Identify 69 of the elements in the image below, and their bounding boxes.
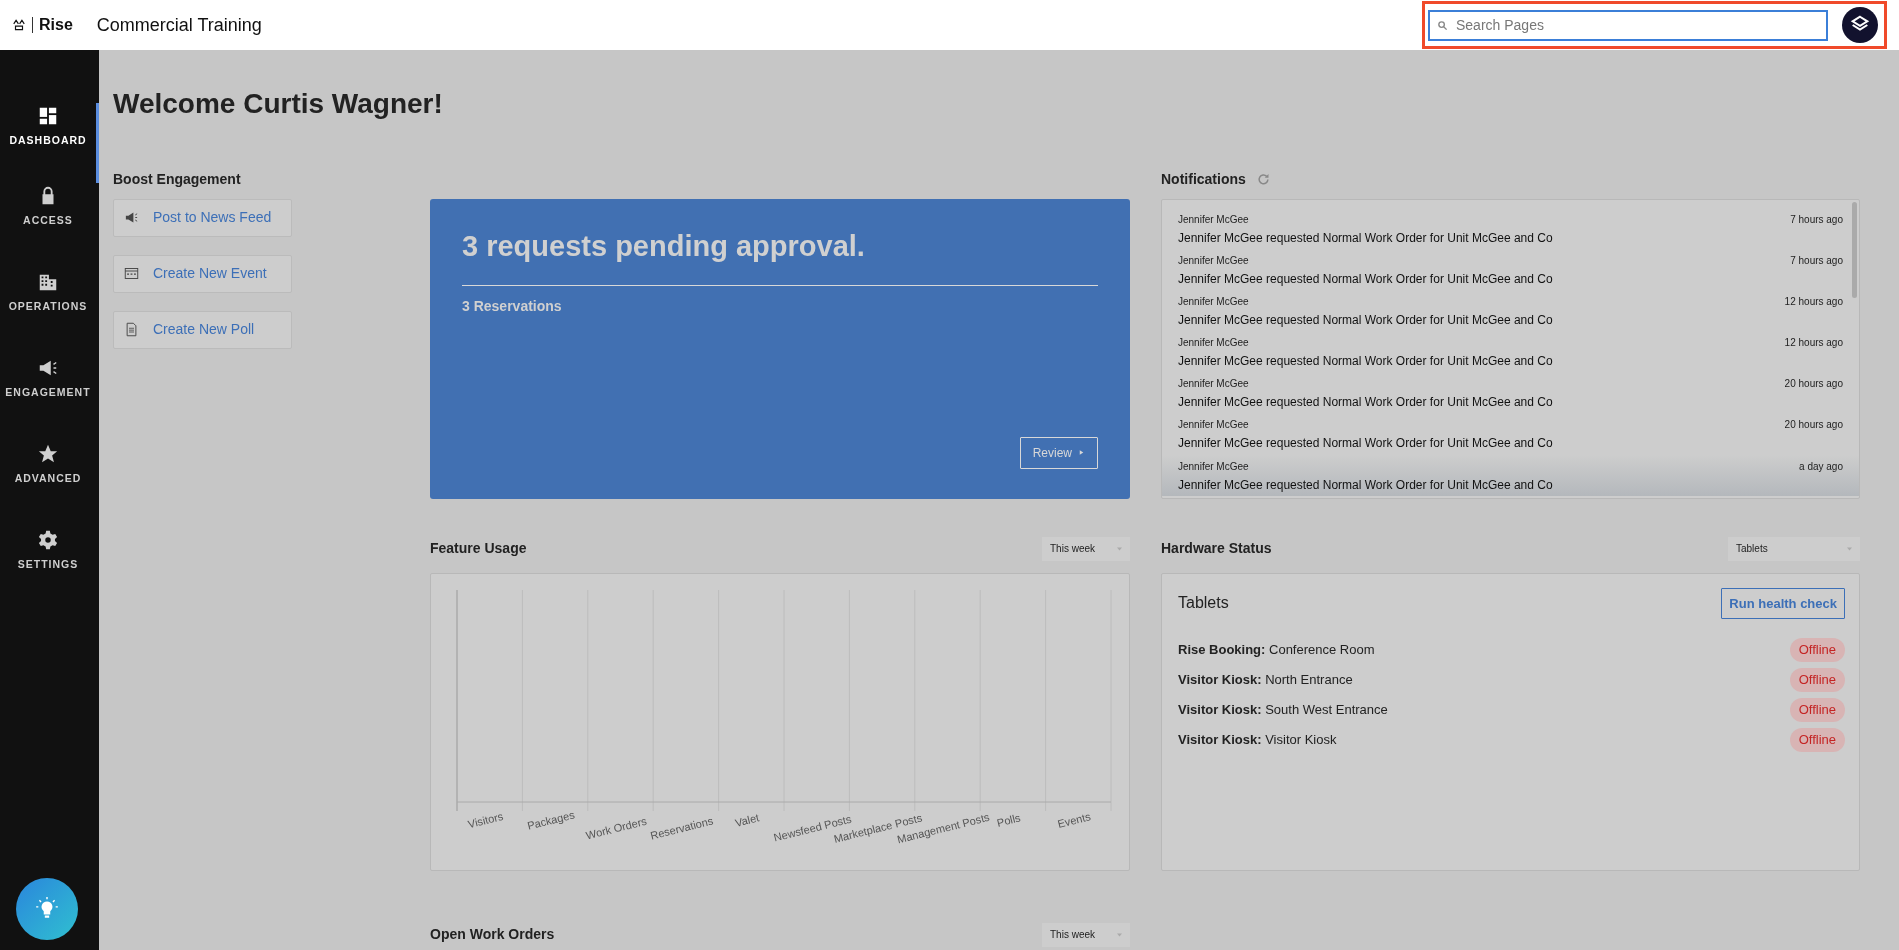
- device-name: Visitor Kiosk: North Entrance: [1178, 671, 1353, 690]
- notification-text: Jennifer McGee requested Normal Work Order for Unit McGee and Co: [1178, 476, 1554, 494]
- sidebar-item[interactable]: ACCESS: [0, 183, 99, 269]
- notification-author: Jennifer McGee: [1178, 459, 1249, 474]
- notification-text: Jennifer McGee requested Normal Work Order for Unit McGee and Co: [1178, 270, 1554, 288]
- notification-text: Jennifer McGee requested Normal Work Order for Unit McGee and Co: [1178, 352, 1554, 370]
- section-title: Open Work Orders: [430, 925, 555, 945]
- period-dropdown[interactable]: This week: [1042, 922, 1130, 947]
- period-dropdown[interactable]: Tablets: [1728, 536, 1860, 561]
- device-name: Rise Booking: Conference Room: [1178, 641, 1375, 660]
- sidebar-item[interactable]: SETTINGS: [0, 527, 99, 613]
- review-button[interactable]: Review: [1019, 436, 1098, 469]
- search-icon: [1437, 19, 1448, 31]
- device-name: Visitor Kiosk: South West Entrance: [1178, 701, 1388, 720]
- calendar-icon: [124, 266, 139, 282]
- notification-author: Jennifer McGee: [1178, 376, 1249, 391]
- caret-icon: [1115, 931, 1124, 938]
- caret-icon: [1115, 545, 1124, 552]
- section-title: Hardware Status: [1161, 539, 1272, 559]
- section-title: Boost Engagement: [113, 170, 242, 190]
- status-pill: Offline: [1789, 638, 1845, 662]
- card-title: 3 requests pending approval.: [462, 228, 866, 264]
- scrollbar[interactable]: [1852, 201, 1857, 298]
- notification-author: Jennifer McGee: [1178, 294, 1249, 309]
- star-icon: [37, 443, 59, 465]
- status-pill: Offline: [1789, 668, 1845, 692]
- device-name: Visitor Kiosk: Visitor Kiosk: [1178, 731, 1337, 750]
- section-title: Notifications: [1161, 170, 1246, 190]
- notification-time: 12 hours ago: [1784, 335, 1843, 350]
- notification-time: 7 hours ago: [1790, 253, 1843, 268]
- section-title: Feature Usage: [430, 539, 527, 559]
- axis-label: Packages: [525, 808, 576, 832]
- sidebar-item[interactable]: ENGAGEMENT: [0, 355, 99, 441]
- brand-name: Rise: [39, 15, 73, 35]
- axis-label: Polls: [995, 811, 1022, 829]
- settings-icon: [37, 529, 59, 551]
- notification-text: Jennifer McGee requested Normal Work Order for Unit McGee and Co: [1178, 434, 1554, 452]
- status-pill: Offline: [1789, 698, 1845, 722]
- pending-item: 3 Reservations: [462, 297, 563, 317]
- sidebar-item[interactable]: OPERATIONS: [0, 269, 99, 355]
- sidebar-item[interactable]: ADVANCED: [0, 441, 99, 527]
- notification-time: 7 hours ago: [1790, 212, 1843, 227]
- dashboard-icon: [37, 105, 59, 127]
- axis-label: Valet: [733, 810, 761, 829]
- notification-text: Jennifer McGee requested Normal Work Order for Unit McGee and Co: [1178, 311, 1554, 329]
- period-dropdown[interactable]: This week: [1042, 536, 1130, 561]
- app-title: Commercial Training: [96, 13, 262, 37]
- notification-time: 12 hours ago: [1784, 294, 1843, 309]
- notification-author: Jennifer McGee: [1178, 253, 1249, 268]
- axis-label: Work Orders: [584, 814, 648, 842]
- status-pill: Offline: [1789, 728, 1845, 752]
- sidebar-item[interactable]: DASHBOARD: [0, 103, 99, 183]
- notification-author: Jennifer McGee: [1178, 335, 1249, 350]
- search-field[interactable]: Search Pages: [1428, 9, 1828, 41]
- notification-author: Jennifer McGee: [1178, 417, 1249, 432]
- avatar[interactable]: [1842, 7, 1878, 43]
- axis-label: Events: [1056, 809, 1092, 830]
- logo-icon: [12, 18, 26, 32]
- page-heading: Welcome Curtis Wagner!: [113, 87, 444, 121]
- card-title: Tablets: [1178, 593, 1229, 614]
- notification-time: a day ago: [1799, 459, 1843, 474]
- document-icon: [124, 322, 139, 338]
- axis-label: Visitors: [466, 809, 505, 830]
- notification-text: Jennifer McGee requested Normal Work Order for Unit McGee and Co: [1178, 393, 1554, 411]
- caret-icon: [1845, 545, 1854, 552]
- notification-time: 20 hours ago: [1784, 417, 1843, 432]
- notification-author: Jennifer McGee: [1178, 212, 1249, 227]
- notification-text: Jennifer McGee requested Normal Work Order for Unit McGee and Co: [1178, 229, 1554, 247]
- notification-time: 20 hours ago: [1784, 376, 1843, 391]
